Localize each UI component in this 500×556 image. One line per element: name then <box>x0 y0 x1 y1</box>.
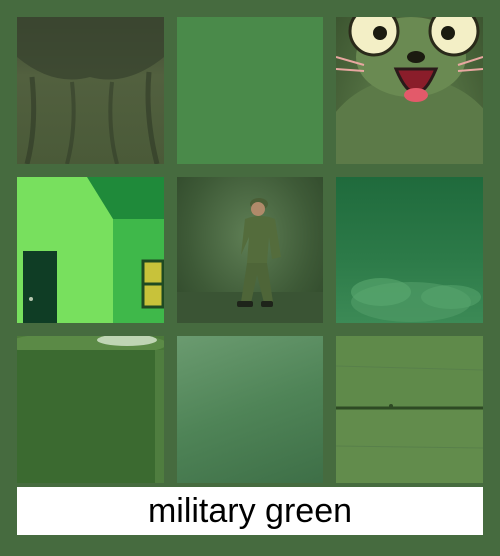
tile-wood-planks <box>336 336 483 483</box>
tile-cartoon-cat <box>336 17 483 164</box>
fabric-image <box>17 17 164 164</box>
tile-solid-green-swatch <box>177 17 323 164</box>
tile-green-house <box>17 177 164 323</box>
green-abstract-image <box>351 278 481 322</box>
tile-soldier <box>177 177 323 323</box>
wood-planks-image <box>336 336 483 483</box>
caption-banner: military green <box>17 487 483 535</box>
green-house-image <box>17 177 164 323</box>
caption-text: military green <box>147 492 353 530</box>
tile-draped-fabric <box>17 17 164 164</box>
tile-green-abstract <box>336 177 483 323</box>
tile-green-gradient <box>177 336 323 483</box>
green-cup-image <box>17 336 164 483</box>
soldier-image <box>177 198 323 323</box>
tile-green-cup <box>17 336 164 483</box>
cartoon-cat-image <box>336 17 483 164</box>
